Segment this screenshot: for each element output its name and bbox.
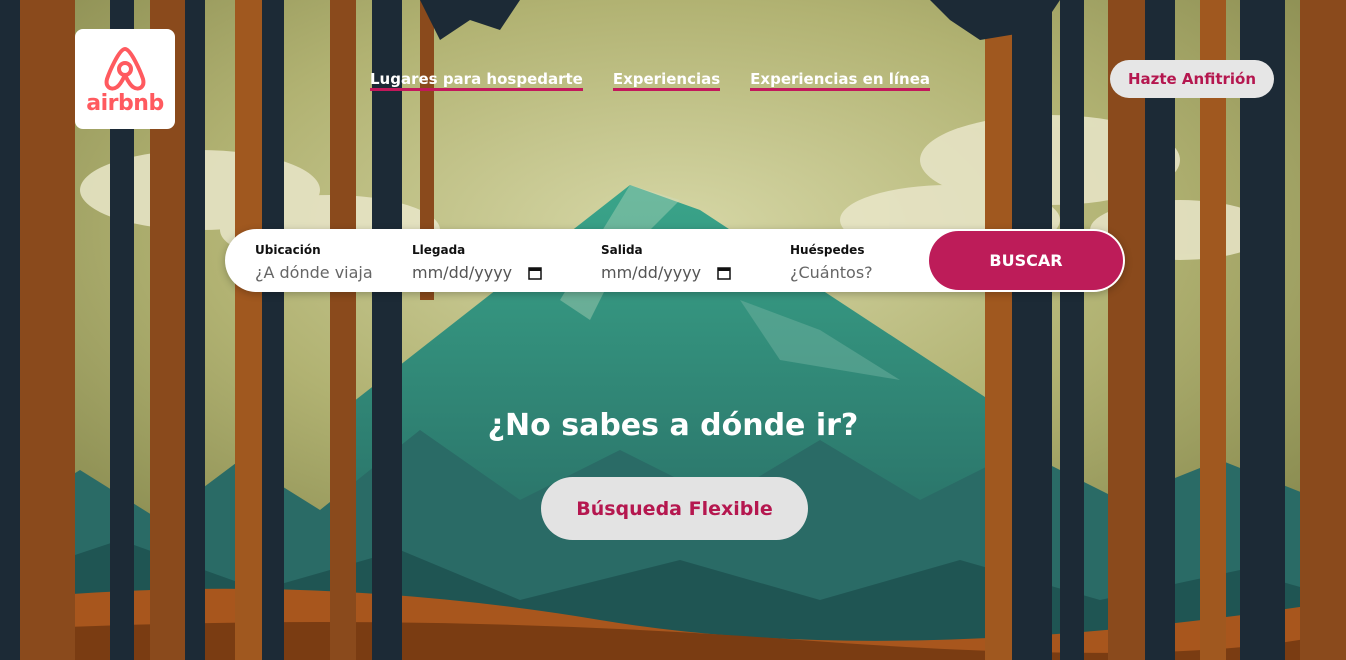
forest-background-illustration: [0, 0, 1346, 660]
location-field[interactable]: Ubicación ¿A dónde viaja: [255, 243, 375, 282]
checkin-input[interactable]: mm/dd/yyyy: [412, 263, 572, 282]
become-host-button[interactable]: Hazte Anfitrión: [1110, 60, 1274, 98]
search-button[interactable]: BUSCAR: [929, 231, 1123, 290]
main-nav: Lugares para hospedarte Experiencias Exp…: [370, 70, 931, 91]
hero-section: airbnb Lugares para hospedarte Experienc…: [0, 0, 1346, 660]
nav-link-experiences[interactable]: Experiencias: [612, 70, 721, 91]
checkout-field[interactable]: Salida mm/dd/yyyy: [601, 243, 761, 282]
checkout-label: Salida: [601, 243, 643, 257]
nav-link-stays[interactable]: Lugares para hospedarte: [370, 70, 583, 91]
airbnb-belo-icon: [104, 46, 146, 91]
guests-field[interactable]: Huéspedes ¿Cuántos?: [790, 243, 910, 282]
checkin-label: Llegada: [412, 243, 466, 257]
calendar-icon[interactable]: [528, 266, 542, 280]
hero-question: ¿No sabes a dónde ir?: [487, 408, 859, 443]
location-label: Ubicación: [255, 243, 321, 257]
checkin-field[interactable]: Llegada mm/dd/yyyy: [412, 243, 572, 282]
checkin-placeholder: mm/dd/yyyy: [412, 263, 513, 282]
checkout-placeholder: mm/dd/yyyy: [601, 263, 702, 282]
location-input[interactable]: ¿A dónde viaja: [255, 263, 373, 282]
guests-input[interactable]: ¿Cuántos?: [790, 263, 910, 282]
checkout-input[interactable]: mm/dd/yyyy: [601, 263, 761, 282]
brand-name: airbnb: [86, 90, 164, 116]
flexible-search-button[interactable]: Búsqueda Flexible: [541, 477, 808, 540]
calendar-icon[interactable]: [717, 266, 731, 280]
guests-label: Huéspedes: [790, 243, 865, 257]
airbnb-logo[interactable]: airbnb: [75, 29, 175, 129]
search-bar: Ubicación ¿A dónde viaja Llegada mm/dd/y…: [225, 229, 1125, 292]
nav-link-online-experiences[interactable]: Experiencias en línea: [750, 70, 931, 91]
